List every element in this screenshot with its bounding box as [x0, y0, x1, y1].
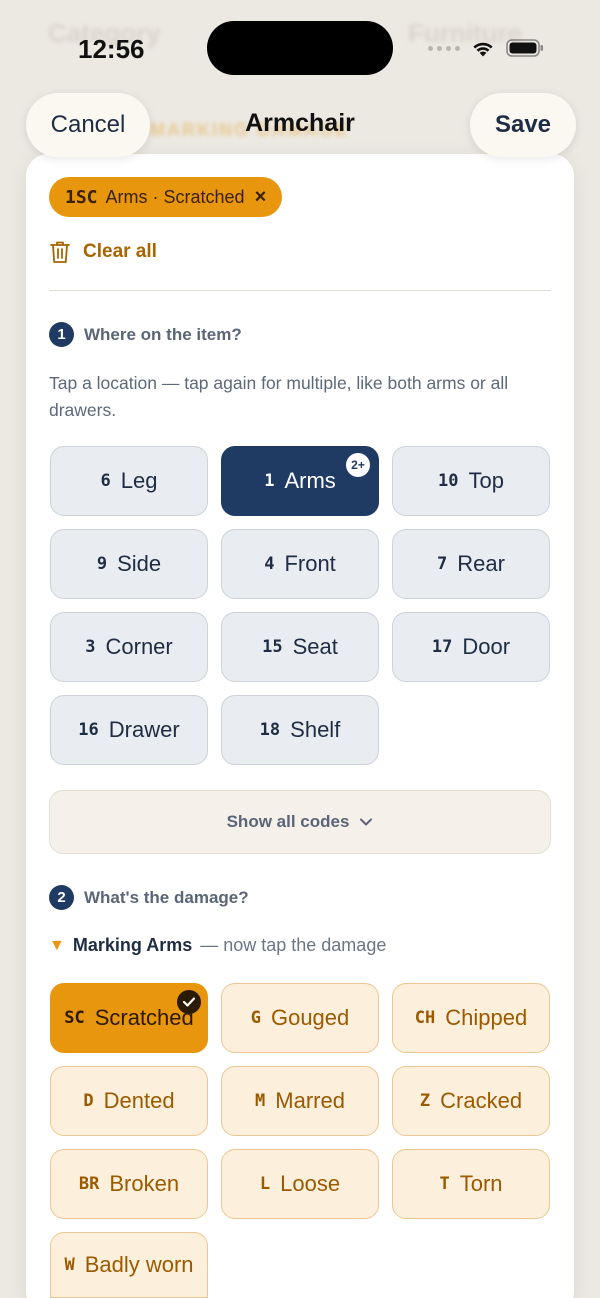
step2-header: 2 What's the damage? [49, 885, 249, 910]
clear-all-label: Clear all [83, 241, 157, 262]
location-code: 9 [96, 554, 108, 574]
location-tile-seat[interactable]: 15 Seat [221, 612, 379, 682]
cancel-button[interactable]: Cancel [26, 93, 150, 157]
battery-icon [506, 39, 543, 57]
damage-tile-cracked[interactable]: Z Cracked [392, 1066, 550, 1136]
location-tile-shelf[interactable]: 18 Shelf [221, 695, 379, 765]
damage-label: Chipped [445, 1005, 528, 1030]
location-code: 6 [100, 471, 111, 491]
damage-tile-loose[interactable]: L Loose [221, 1149, 379, 1219]
location-tile-corner[interactable]: 3 Corner [50, 612, 208, 682]
damage-code: CH [414, 1008, 436, 1028]
damage-tile-torn[interactable]: T Torn [392, 1149, 550, 1219]
location-tile-rear[interactable]: 7 Rear [392, 529, 550, 599]
location-label: Side [117, 551, 162, 576]
chip-code: 1SC [65, 186, 98, 208]
step1-number: 1 [49, 322, 74, 347]
damage-code: L [259, 1174, 271, 1194]
location-tile-drawer[interactable]: 16 Drawer [50, 695, 208, 765]
location-tile-top[interactable]: 10 Top [392, 446, 550, 516]
step1-title: Where on the item? [84, 324, 242, 344]
marking-hint: ▼ Marking Arms — now tap the damage [49, 935, 386, 956]
damage-tile-chipped[interactable]: CH Chipped [392, 983, 550, 1053]
location-label: Leg [120, 468, 158, 493]
multiple-count-badge: 2+ [346, 453, 370, 477]
location-code: 4 [264, 554, 275, 574]
damage-code: BR [78, 1174, 100, 1194]
damage-code: T [439, 1174, 450, 1194]
location-code: 16 [78, 720, 99, 740]
step1-helper-text: Tap a location — tap again for multiple,… [49, 373, 509, 420]
location-label: Door [462, 634, 511, 659]
divider [49, 290, 551, 291]
location-label: Corner [105, 634, 173, 659]
checkmark-icon [177, 990, 201, 1014]
damage-tile-dented[interactable]: D Dented [50, 1066, 208, 1136]
close-icon[interactable]: × [255, 186, 267, 209]
damage-tile-gouged[interactable]: G Gouged [221, 983, 379, 1053]
damage-label: Loose [280, 1171, 341, 1196]
step2-number: 2 [49, 885, 74, 910]
damage-label: Gouged [270, 1005, 350, 1030]
damage-code: M [255, 1091, 266, 1111]
location-label: Top [468, 468, 504, 493]
step1-header: 1 Where on the item? [49, 322, 242, 347]
location-code: 10 [438, 471, 459, 491]
damage-tile-scratched[interactable]: SC Scratched [50, 983, 208, 1053]
location-tile-side[interactable]: 9 Side [50, 529, 208, 599]
location-tile-front[interactable]: 4 Front [221, 529, 379, 599]
cellular-icon [428, 45, 460, 51]
location-label: Drawer [108, 717, 180, 742]
selection-chip[interactable]: 1SC Arms · Scratched × [49, 177, 283, 217]
damage-code: G [250, 1008, 261, 1028]
location-tile-arms[interactable]: 1 Arms 2+ [221, 446, 379, 516]
location-code: 15 [262, 637, 283, 657]
page-title: Armchair [245, 109, 355, 137]
save-button[interactable]: Save [470, 93, 576, 157]
damage-label: Dented [103, 1088, 175, 1113]
damage-code: W [64, 1255, 75, 1275]
damage-code: Z [419, 1091, 431, 1111]
damage-label: Marred [275, 1088, 345, 1113]
location-code: 3 [85, 637, 96, 657]
location-label: Rear [457, 551, 505, 576]
damage-label: Torn [459, 1171, 503, 1196]
damage-label: Badly worn [84, 1252, 194, 1277]
location-tile-leg[interactable]: 6 Leg [50, 446, 208, 516]
location-label: Front [284, 551, 336, 576]
marking-location: Marking Arms [72, 935, 193, 955]
status-time: 12:56 [78, 34, 145, 64]
location-code: 1 [264, 471, 275, 491]
damage-label: Broken [109, 1171, 180, 1196]
triangle-down-icon: ▼ [49, 936, 65, 954]
location-label: Arms [284, 468, 336, 493]
location-code: 7 [437, 554, 448, 574]
trash-icon [50, 241, 70, 263]
damage-tile-badly-worn[interactable]: W Badly worn [50, 1232, 208, 1298]
chip-label: Arms · Scratched [105, 186, 245, 207]
damage-tile-marred[interactable]: M Marred [221, 1066, 379, 1136]
show-all-codes-button[interactable]: Show all codes [49, 790, 551, 854]
location-tile-door[interactable]: 17 Door [392, 612, 550, 682]
step2-title: What's the damage? [84, 887, 249, 907]
show-all-codes-label: Show all codes [226, 812, 350, 831]
clear-all-button[interactable]: Clear all [49, 240, 157, 264]
location-code: 18 [259, 720, 281, 740]
damage-code: SC [64, 1008, 85, 1028]
dynamic-island [207, 21, 393, 75]
damage-label: Cracked [440, 1088, 523, 1113]
status-bar: 12:56 [0, 0, 600, 96]
marking-instruction: — now tap the damage [200, 935, 387, 955]
status-icons [428, 36, 544, 60]
location-label: Seat [292, 634, 338, 659]
damage-tile-broken[interactable]: BR Broken [50, 1149, 208, 1219]
wifi-icon [473, 42, 493, 56]
location-label: Shelf [290, 717, 341, 742]
chevron-down-icon [360, 818, 373, 826]
location-code: 17 [431, 637, 453, 657]
damage-code: D [83, 1091, 94, 1111]
